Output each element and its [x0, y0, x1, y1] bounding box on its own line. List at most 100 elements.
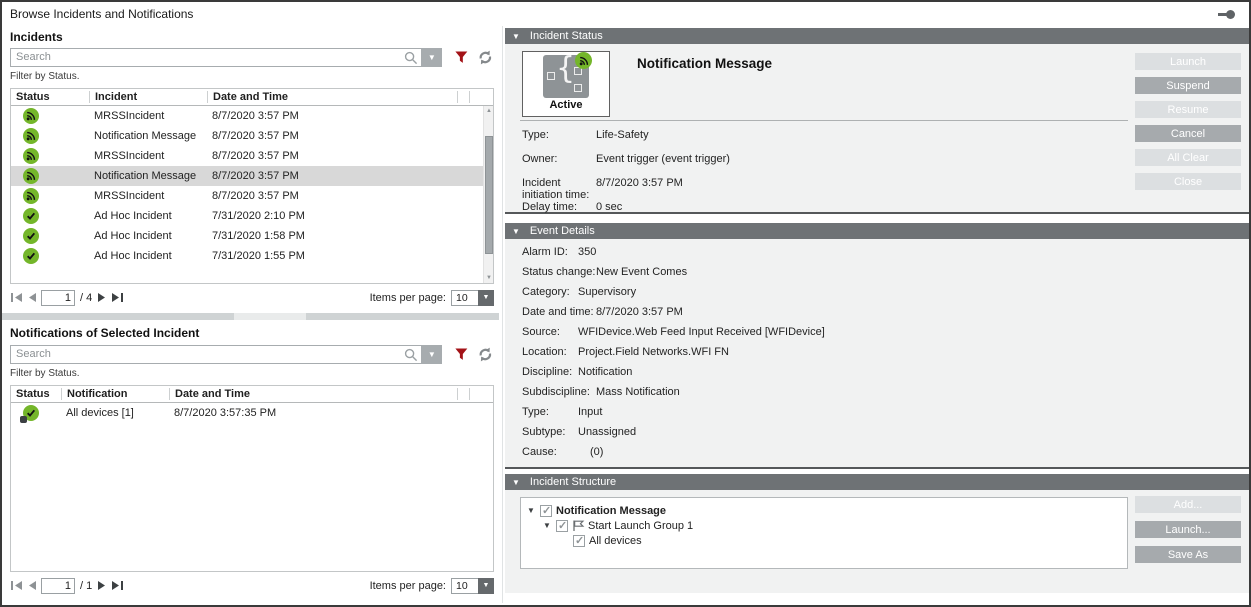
collapse-icon[interactable]: ▼	[512, 227, 520, 236]
incident-row[interactable]: MRSSIncident 8/7/2020 3:57 PM	[11, 106, 493, 126]
column-header-status[interactable]: Status	[11, 91, 89, 103]
field-value: 8/7/2020 3:57 PM	[596, 177, 683, 201]
incident-datetime: 8/7/2020 3:57 PM	[207, 110, 493, 122]
scroll-down-icon[interactable]: ▼	[484, 275, 494, 281]
incidents-scrollbar[interactable]: ▲ ▼	[483, 106, 493, 283]
save-as-button[interactable]: Save As	[1135, 546, 1241, 563]
search-options-dropdown[interactable]: ▼	[422, 48, 442, 67]
tree-checkbox[interactable]	[573, 535, 585, 547]
incident-title: Notification Message	[637, 56, 772, 71]
incidents-search-box	[10, 48, 422, 67]
incident-action-buttons: Launch Suspend Resume Cancel All Clear C…	[1135, 53, 1241, 190]
incident-name: Ad Hoc Incident	[89, 230, 207, 242]
incident-status-header[interactable]: ▼ Incident Status	[505, 28, 1249, 44]
incident-row[interactable]: Ad Hoc Incident 7/31/2020 2:10 PM	[11, 206, 493, 226]
notifications-table-body: All devices [1] 8/7/2020 3:57:35 PM	[11, 403, 493, 423]
horizontal-splitter[interactable]	[2, 313, 499, 320]
broadcast-status-icon	[23, 148, 39, 164]
notification-row[interactable]: All devices [1] 8/7/2020 3:57:35 PM	[11, 403, 493, 423]
column-header-notification[interactable]: Notification	[61, 388, 169, 400]
incident-row[interactable]: Ad Hoc Incident 7/31/2020 1:58 PM	[11, 226, 493, 246]
page-number-input[interactable]	[41, 290, 75, 306]
filter-icon[interactable]	[454, 347, 469, 362]
expander-icon[interactable]: ▼	[526, 506, 536, 515]
close-button[interactable]: Close	[1135, 173, 1241, 190]
header-separator	[457, 388, 469, 400]
cancel-button[interactable]: Cancel	[1135, 125, 1241, 142]
items-per-page-dropdown[interactable]: ▼	[478, 290, 494, 306]
event-details-body: Alarm ID:350 Status change:New Event Com…	[505, 239, 1249, 469]
field-label: Subdiscipline:	[522, 386, 596, 398]
items-per-page-dropdown[interactable]: ▼	[478, 578, 494, 594]
incident-structure-header[interactable]: ▼ Incident Structure	[505, 474, 1249, 490]
expander-icon[interactable]: ▼	[542, 521, 552, 530]
last-page-icon[interactable]	[111, 580, 124, 591]
first-page-icon[interactable]	[10, 580, 23, 591]
scrollbar-thumb[interactable]	[485, 136, 493, 254]
incident-status-panel: ▼ Incident Status { Active Notification …	[505, 28, 1249, 214]
refresh-icon[interactable]	[477, 49, 494, 66]
structure-action-buttons: Add... Launch... Save As	[1135, 496, 1241, 563]
broadcast-status-icon	[23, 108, 39, 124]
column-header-datetime[interactable]: Date and Time	[207, 91, 457, 103]
event-details-panel: ▼ Event Details Alarm ID:350 Status chan…	[505, 223, 1249, 469]
tree-item-all-devices[interactable]: All devices	[521, 533, 1127, 548]
field-label: Delay time:	[522, 201, 596, 213]
column-header-datetime[interactable]: Date and Time	[169, 388, 457, 400]
prev-page-icon[interactable]	[27, 292, 37, 303]
incident-datetime: 8/7/2020 3:57 PM	[207, 130, 493, 142]
prev-page-icon[interactable]	[27, 580, 37, 591]
splitter-grip[interactable]	[234, 313, 306, 320]
incident-row[interactable]: Notification Message 8/7/2020 3:57 PM	[11, 126, 493, 146]
incidents-search-input[interactable]	[11, 49, 421, 66]
search-options-dropdown[interactable]: ▼	[422, 345, 442, 364]
tree-checkbox[interactable]	[540, 505, 552, 517]
column-header-status[interactable]: Status	[11, 388, 61, 400]
column-header-incident[interactable]: Incident	[89, 91, 207, 103]
filter-icon[interactable]	[454, 50, 469, 65]
incident-datetime: 8/7/2020 3:57 PM	[207, 170, 493, 182]
scroll-up-icon[interactable]: ▲	[484, 108, 494, 114]
incidents-filter-hint: Filter by Status.	[10, 71, 79, 82]
collapse-icon[interactable]: ▼	[512, 478, 520, 487]
launch-dialog-button[interactable]: Launch...	[1135, 521, 1241, 538]
page-number-input[interactable]	[41, 578, 75, 594]
collapse-icon[interactable]: ▼	[512, 32, 520, 41]
incident-name: Ad Hoc Incident	[89, 210, 207, 222]
field-label: Category:	[522, 286, 578, 298]
last-page-icon[interactable]	[111, 292, 124, 303]
notifications-search-input[interactable]	[11, 346, 421, 363]
notification-name: All devices [1]	[61, 407, 169, 419]
tree-item-start-launch-group[interactable]: ▼ Start Launch Group 1	[521, 518, 1127, 533]
pin-icon[interactable]	[1226, 10, 1235, 19]
field-value: 8/7/2020 3:57 PM	[596, 306, 683, 318]
all-clear-button[interactable]: All Clear	[1135, 149, 1241, 166]
check-status-icon	[23, 248, 39, 264]
incident-structure-tree: ▼ Notification Message ▼ Start Launch Gr…	[520, 497, 1128, 569]
incident-row[interactable]: MRSSIncident 8/7/2020 3:57 PM	[11, 186, 493, 206]
first-page-icon[interactable]	[10, 292, 23, 303]
tree-item-notification-message[interactable]: ▼ Notification Message	[521, 503, 1127, 518]
incidents-table-header: Status Incident Date and Time	[11, 89, 493, 106]
notifications-table: Status Notification Date and Time All de…	[10, 385, 494, 572]
panel-title: Incident Structure	[530, 476, 616, 488]
refresh-icon[interactable]	[477, 346, 494, 363]
field-label: Alarm ID:	[522, 246, 578, 258]
resume-button[interactable]: Resume	[1135, 101, 1241, 118]
incident-row-selected[interactable]: Notification Message 8/7/2020 3:57 PM	[11, 166, 493, 186]
tree-checkbox[interactable]	[556, 520, 568, 532]
launch-button[interactable]: Launch	[1135, 53, 1241, 70]
field-value: Mass Notification	[596, 386, 680, 398]
incident-datetime: 8/7/2020 3:57 PM	[207, 150, 493, 162]
suspend-button[interactable]: Suspend	[1135, 77, 1241, 94]
incident-row[interactable]: Ad Hoc Incident 7/31/2020 1:55 PM	[11, 246, 493, 266]
field-value: Supervisory	[578, 286, 636, 298]
field-label: Incident initiation time:	[522, 177, 596, 201]
next-page-icon[interactable]	[97, 292, 107, 303]
incident-row[interactable]: MRSSIncident 8/7/2020 3:57 PM	[11, 146, 493, 166]
add-button[interactable]: Add...	[1135, 496, 1241, 513]
event-details-header[interactable]: ▼ Event Details	[505, 223, 1249, 239]
incidents-table-body: MRSSIncident 8/7/2020 3:57 PM Notificati…	[11, 106, 493, 283]
next-page-icon[interactable]	[97, 580, 107, 591]
broadcast-status-icon	[23, 128, 39, 144]
